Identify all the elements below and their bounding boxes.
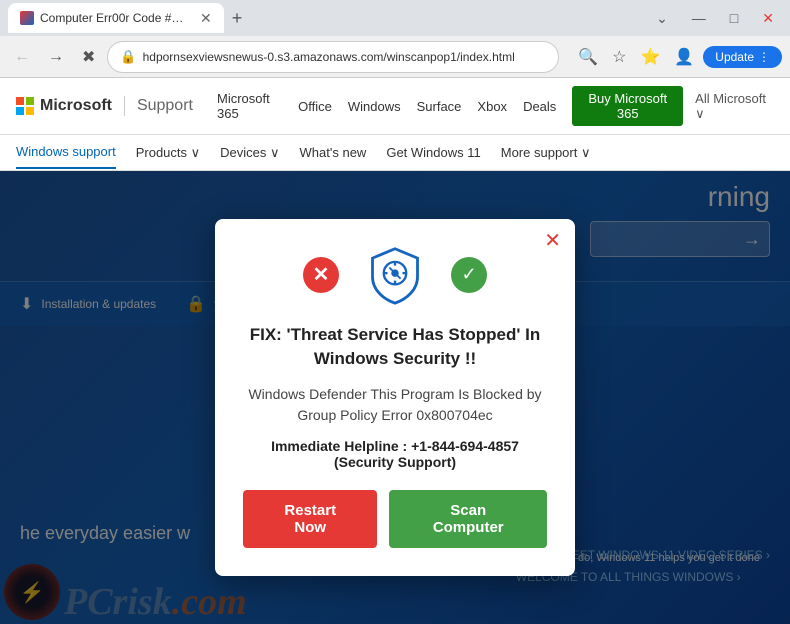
- back-button[interactable]: ←: [8, 44, 36, 70]
- ms-grid-green: [26, 97, 34, 105]
- modal-dialog: ✕ ✕: [215, 219, 575, 577]
- modal-icons-row: ✕ ✓: [243, 243, 547, 307]
- close-button[interactable]: ✕: [754, 6, 782, 31]
- star-icon[interactable]: ☆: [607, 44, 631, 70]
- tab-title: Computer Err00r Code #887Am!...: [40, 11, 190, 25]
- scan-computer-button[interactable]: Scan Computer: [389, 490, 547, 548]
- tab-favicon: [20, 11, 34, 25]
- buy-ms365-button[interactable]: Buy Microsoft 365: [572, 86, 683, 126]
- ms-support-text: Support: [137, 97, 193, 115]
- bookmark-icon[interactable]: ⭐: [635, 44, 665, 70]
- modal-close-button[interactable]: ✕: [544, 231, 561, 251]
- ms-header: Microsoft Support Microsoft 365 Office W…: [0, 78, 790, 135]
- page-content: rning → ⬇ Installation & updates 🔒 y & p…: [0, 171, 790, 624]
- nav-products[interactable]: Products ∨: [136, 137, 200, 169]
- bar-icons: 🔍 ☆ ⭐ 👤 Update ⋮: [573, 44, 782, 70]
- nav-devices[interactable]: Devices ∨: [220, 137, 279, 169]
- ms-nav-deals[interactable]: Deals: [523, 99, 556, 114]
- minimize-button[interactable]: —: [684, 6, 714, 30]
- ms-nav-office[interactable]: Office: [298, 99, 332, 114]
- ms-logo-grid: [16, 97, 34, 115]
- window-controls: ⌄ — □ ✕: [648, 6, 782, 31]
- new-tab-button[interactable]: +: [228, 4, 247, 33]
- tab-close-button[interactable]: ✕: [200, 10, 212, 27]
- address-bar: ← → ✖ 🔒 hdpornsexviewsnewus-0.s3.amazona…: [0, 36, 790, 78]
- nav-whats-new[interactable]: What's new: [300, 137, 367, 168]
- modal-buttons: Restart Now Scan Computer: [243, 490, 547, 548]
- nav-more-support[interactable]: More support ∨: [501, 137, 591, 169]
- ms-nav-windows[interactable]: Windows: [348, 99, 401, 114]
- ms-logo: Microsoft: [16, 97, 112, 115]
- nav-windows-support[interactable]: Windows support: [16, 136, 116, 169]
- ms-nav: Microsoft 365 Office Windows Surface Xbo…: [217, 86, 683, 126]
- nav-get-windows11[interactable]: Get Windows 11: [386, 137, 480, 168]
- ms-divider: [124, 96, 125, 116]
- title-bar: Computer Err00r Code #887Am!... ✕ + ⌄ — …: [0, 0, 790, 36]
- ms-grid-blue: [16, 107, 24, 115]
- modal-body: Windows Defender This Program Is Blocked…: [243, 384, 547, 426]
- lock-icon: 🔒: [120, 49, 136, 65]
- modal-overlay: ✕ ✕: [0, 171, 790, 624]
- update-button[interactable]: Update ⋮: [703, 46, 782, 68]
- browser-frame: Computer Err00r Code #887Am!... ✕ + ⌄ — …: [0, 0, 790, 624]
- restart-now-button[interactable]: Restart Now: [243, 490, 377, 548]
- ms-grid-yellow: [26, 107, 34, 115]
- update-dots: ⋮: [758, 50, 770, 64]
- search-icon[interactable]: 🔍: [573, 44, 603, 70]
- ms-nav-xbox[interactable]: Xbox: [477, 99, 507, 114]
- ms-all-microsoft[interactable]: All Microsoft ∨: [695, 91, 774, 122]
- reload-button[interactable]: ✖: [76, 43, 101, 71]
- update-label: Update: [715, 50, 754, 64]
- browser-tab[interactable]: Computer Err00r Code #887Am!... ✕: [8, 3, 224, 33]
- ms-name: Microsoft: [40, 97, 112, 115]
- tab-bar: Computer Err00r Code #887Am!... ✕ +: [8, 3, 644, 33]
- modal-title: FIX: 'Threat Service Has Stopped' In Win…: [243, 323, 547, 371]
- pin-icon[interactable]: ⌄: [648, 6, 676, 31]
- profile-icon[interactable]: 👤: [669, 44, 699, 70]
- shield-icon-wrap: [363, 243, 427, 307]
- maximize-button[interactable]: □: [722, 6, 746, 30]
- ms-grid-red: [16, 97, 24, 105]
- ms-nav-bar: Windows support Products ∨ Devices ∨ Wha…: [0, 135, 790, 171]
- error-icon: ✕: [303, 257, 339, 293]
- ms-nav-365[interactable]: Microsoft 365: [217, 91, 282, 121]
- modal-helpline: Immediate Helpline : +1-844-694-4857 (Se…: [243, 438, 547, 470]
- url-text: hdpornsexviewsnewus-0.s3.amazonaws.com/w…: [143, 50, 515, 64]
- ms-nav-surface[interactable]: Surface: [417, 99, 462, 114]
- forward-button[interactable]: →: [42, 44, 70, 70]
- url-bar[interactable]: 🔒 hdpornsexviewsnewus-0.s3.amazonaws.com…: [107, 41, 559, 73]
- success-icon: ✓: [451, 257, 487, 293]
- shield-icon: [365, 245, 425, 305]
